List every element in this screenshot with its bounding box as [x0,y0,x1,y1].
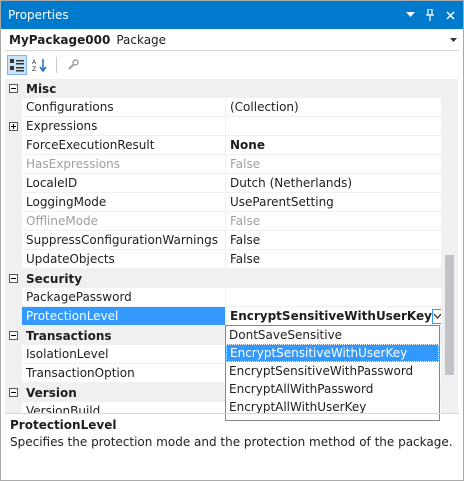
property-value[interactable] [226,117,441,135]
property-pages-button[interactable] [63,55,83,75]
property-value-editor[interactable]: EncryptSensitiveWithUserKey [226,307,441,325]
property-name: SuppressConfigurationWarnings [22,231,226,249]
property-value: False [230,157,261,171]
object-selector[interactable]: MyPackage000 Package [5,29,459,51]
object-type: Package [116,32,167,47]
description-text: Specifies the protection mode and the pr… [10,435,453,449]
object-name: MyPackage000 [9,32,111,47]
property-name: PackagePassword [22,288,226,306]
sort-alphabetical-icon: A Z [32,59,47,72]
property-row-offline-mode[interactable]: OfflineMode False [5,212,441,231]
chevron-down-icon [433,313,441,319]
property-name: OfflineMode [22,212,226,230]
protection-level-dropdown-list: DontSaveSensitive EncryptSensitiveWithUs… [225,325,440,421]
property-value[interactable]: False [226,250,441,268]
property-row-expressions[interactable]: Expressions [5,117,441,136]
wrench-icon [68,59,79,70]
property-row-update-objects[interactable]: UpdateObjects False [5,250,441,269]
description-title: ProtectionLevel [10,418,117,432]
property-name: LoggingMode [22,193,226,211]
window-title: Properties [8,8,69,22]
collapse-icon[interactable] [9,388,18,397]
property-row-suppress-configuration-warnings[interactable]: SuppressConfigurationWarnings False [5,231,441,250]
property-name: Configurations [22,98,226,116]
property-value[interactable]: (Collection) [226,98,441,116]
collapse-icon[interactable] [9,84,18,93]
property-row-logging-mode[interactable]: LoggingMode UseParentSetting [5,193,441,212]
categorized-icon [10,59,24,72]
chevron-down-icon[interactable] [447,35,459,44]
scrollbar-thumb[interactable] [445,255,454,375]
property-name: HasExpressions [22,155,226,173]
property-name: ProtectionLevel [22,307,226,325]
property-value[interactable]: None [226,136,441,154]
property-value: False [230,214,261,228]
property-value[interactable] [226,288,441,306]
properties-toolbar: A Z [5,52,459,78]
category-label: Version [26,385,77,400]
property-name: UpdateObjects [22,250,226,268]
dropdown-option[interactable]: EncryptAllWithPassword [226,380,439,398]
property-value[interactable]: False [226,231,441,249]
collapse-icon[interactable] [9,274,18,283]
dropdown-option[interactable]: EncryptSensitiveWithPassword [226,362,439,380]
properties-window: Properties MyPackage000 Package A Z Misc… [0,0,464,481]
expand-icon[interactable] [9,121,18,131]
category-label: Security [26,271,83,286]
property-name: TransactionOption [22,364,226,382]
description-panel: ProtectionLevel Specifies the protection… [5,413,459,479]
pin-icon[interactable] [421,5,439,25]
alphabetical-button[interactable]: A Z [30,55,50,75]
property-name: VersionBuild [22,402,226,413]
title-bar[interactable]: Properties [1,1,463,29]
dropdown-button[interactable] [431,308,441,324]
property-name: ForceExecutionResult [22,136,226,154]
dropdown-option-selected[interactable]: EncryptSensitiveWithUserKey [226,344,439,362]
property-row-force-execution-result[interactable]: ForceExecutionResult None [5,136,441,155]
category-label: Transactions [26,328,112,343]
category-security[interactable]: Security [5,269,441,288]
property-value: EncryptSensitiveWithUserKey [230,309,432,323]
svg-text:A: A [32,59,37,66]
vertical-scrollbar[interactable] [441,79,458,413]
categorized-button[interactable] [7,55,27,75]
dropdown-option[interactable]: DontSaveSensitive [226,326,439,344]
property-row-has-expressions[interactable]: HasExpressions False [5,155,441,174]
property-row-configurations[interactable]: Configurations (Collection) [5,98,441,117]
close-icon[interactable] [441,5,459,25]
category-label: Misc [26,81,57,96]
property-value[interactable]: Dutch (Netherlands) [226,174,441,192]
property-row-protection-level[interactable]: ProtectionLevel EncryptSensitiveWithUser… [5,307,441,326]
property-name: IsolationLevel [22,345,226,363]
title-buttons [401,5,463,25]
property-name: LocaleID [22,174,226,192]
property-name: Expressions [22,117,226,135]
category-misc[interactable]: Misc [5,79,441,98]
property-row-package-password[interactable]: PackagePassword [5,288,441,307]
collapse-icon[interactable] [9,331,18,340]
property-value[interactable]: UseParentSetting [226,193,441,211]
toolbar-separator [56,57,57,73]
property-row-locale-id[interactable]: LocaleID Dutch (Netherlands) [5,174,441,193]
svg-text:Z: Z [32,66,36,72]
window-menu-icon[interactable] [401,5,419,25]
